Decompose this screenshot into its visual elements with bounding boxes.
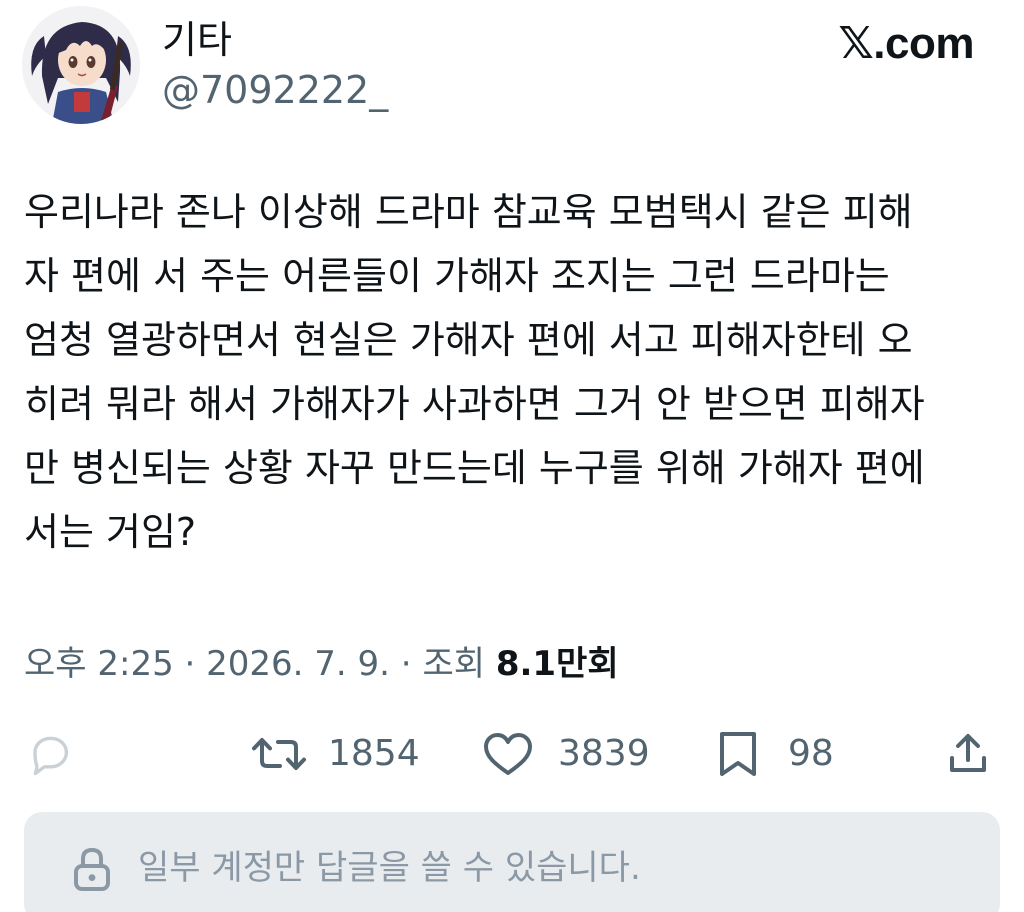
meta-separator: ·	[390, 644, 423, 684]
retweet-count: 1854	[328, 733, 420, 774]
tweet-card: 기타 @7092222_ 𝕏.com 우리나라 존나 이상해 드라마 참교육 모…	[0, 0, 1024, 912]
avatar-image	[22, 6, 140, 124]
tweet-text-line: 우리나라 존나 이상해 드라마 참교육 모범택시 같은 피해	[24, 190, 913, 234]
avatar[interactable]	[22, 6, 140, 124]
views-label: 조회	[422, 644, 485, 684]
tweet-text-line: 자 편에 서 주는 어른들이 가해자 조지는 그런 드라마는	[24, 254, 890, 298]
meta-separator: ·	[173, 644, 207, 684]
tweet-text: 우리나라 존나 이상해 드라마 참교육 모범택시 같은 피해 자 편에 서 주는…	[24, 180, 1004, 564]
tweet-date[interactable]: 2026. 7. 9.	[206, 644, 390, 684]
views-count-number: 8.1	[495, 644, 557, 684]
brand-domain: .com	[873, 19, 974, 68]
comment-bubble-icon	[33, 736, 69, 776]
retweet-button[interactable]: 1854	[250, 722, 420, 786]
like-count: 3839	[558, 733, 650, 774]
bookmark-button[interactable]: 98	[716, 722, 834, 786]
display-name[interactable]: 기타	[162, 16, 232, 64]
share-button[interactable]	[944, 722, 992, 786]
views-count-unit: 만회	[556, 644, 619, 684]
retweet-icon	[252, 738, 306, 770]
share-icon	[950, 734, 986, 772]
views-count[interactable]: 8.1만회	[496, 644, 619, 684]
reply-restriction-bar: 일부 계정만 답글을 쓸 수 있습니다.	[24, 812, 1000, 912]
reply-button[interactable]	[26, 722, 74, 786]
x-logo-watermark: 𝕏.com	[838, 18, 974, 70]
tweet-text-line: 만 병신되는 상황 자꾸 만드는데 누구를 위해 가해자 편에	[24, 446, 925, 490]
action-bar: 1854 3839 98	[0, 722, 1024, 786]
tweet-text-line: 엄청 열광하면서 현실은 가해자 편에 서고 피해자한테 오	[24, 318, 913, 362]
heart-icon	[484, 733, 532, 775]
like-button[interactable]: 3839	[482, 722, 650, 786]
tweet-time[interactable]: 오후 2:25	[24, 644, 174, 684]
lock-icon	[74, 847, 110, 891]
bookmark-count: 98	[788, 733, 834, 774]
user-handle[interactable]: @7092222_	[162, 66, 388, 114]
x-logo-icon: 𝕏	[838, 18, 874, 69]
bookmark-icon	[720, 732, 756, 776]
tweet-text-line: 히려 뭐라 해서 가해자가 사과하면 그거 안 받으면 피해자	[24, 382, 925, 426]
reply-restriction-text: 일부 계정만 답글을 쓸 수 있습니다.	[138, 848, 641, 888]
tweet-meta: 오후 2:25 · 2026. 7. 9. · 조회 8.1만회	[24, 640, 619, 688]
tweet-text-line: 서는 거임?	[24, 510, 197, 554]
